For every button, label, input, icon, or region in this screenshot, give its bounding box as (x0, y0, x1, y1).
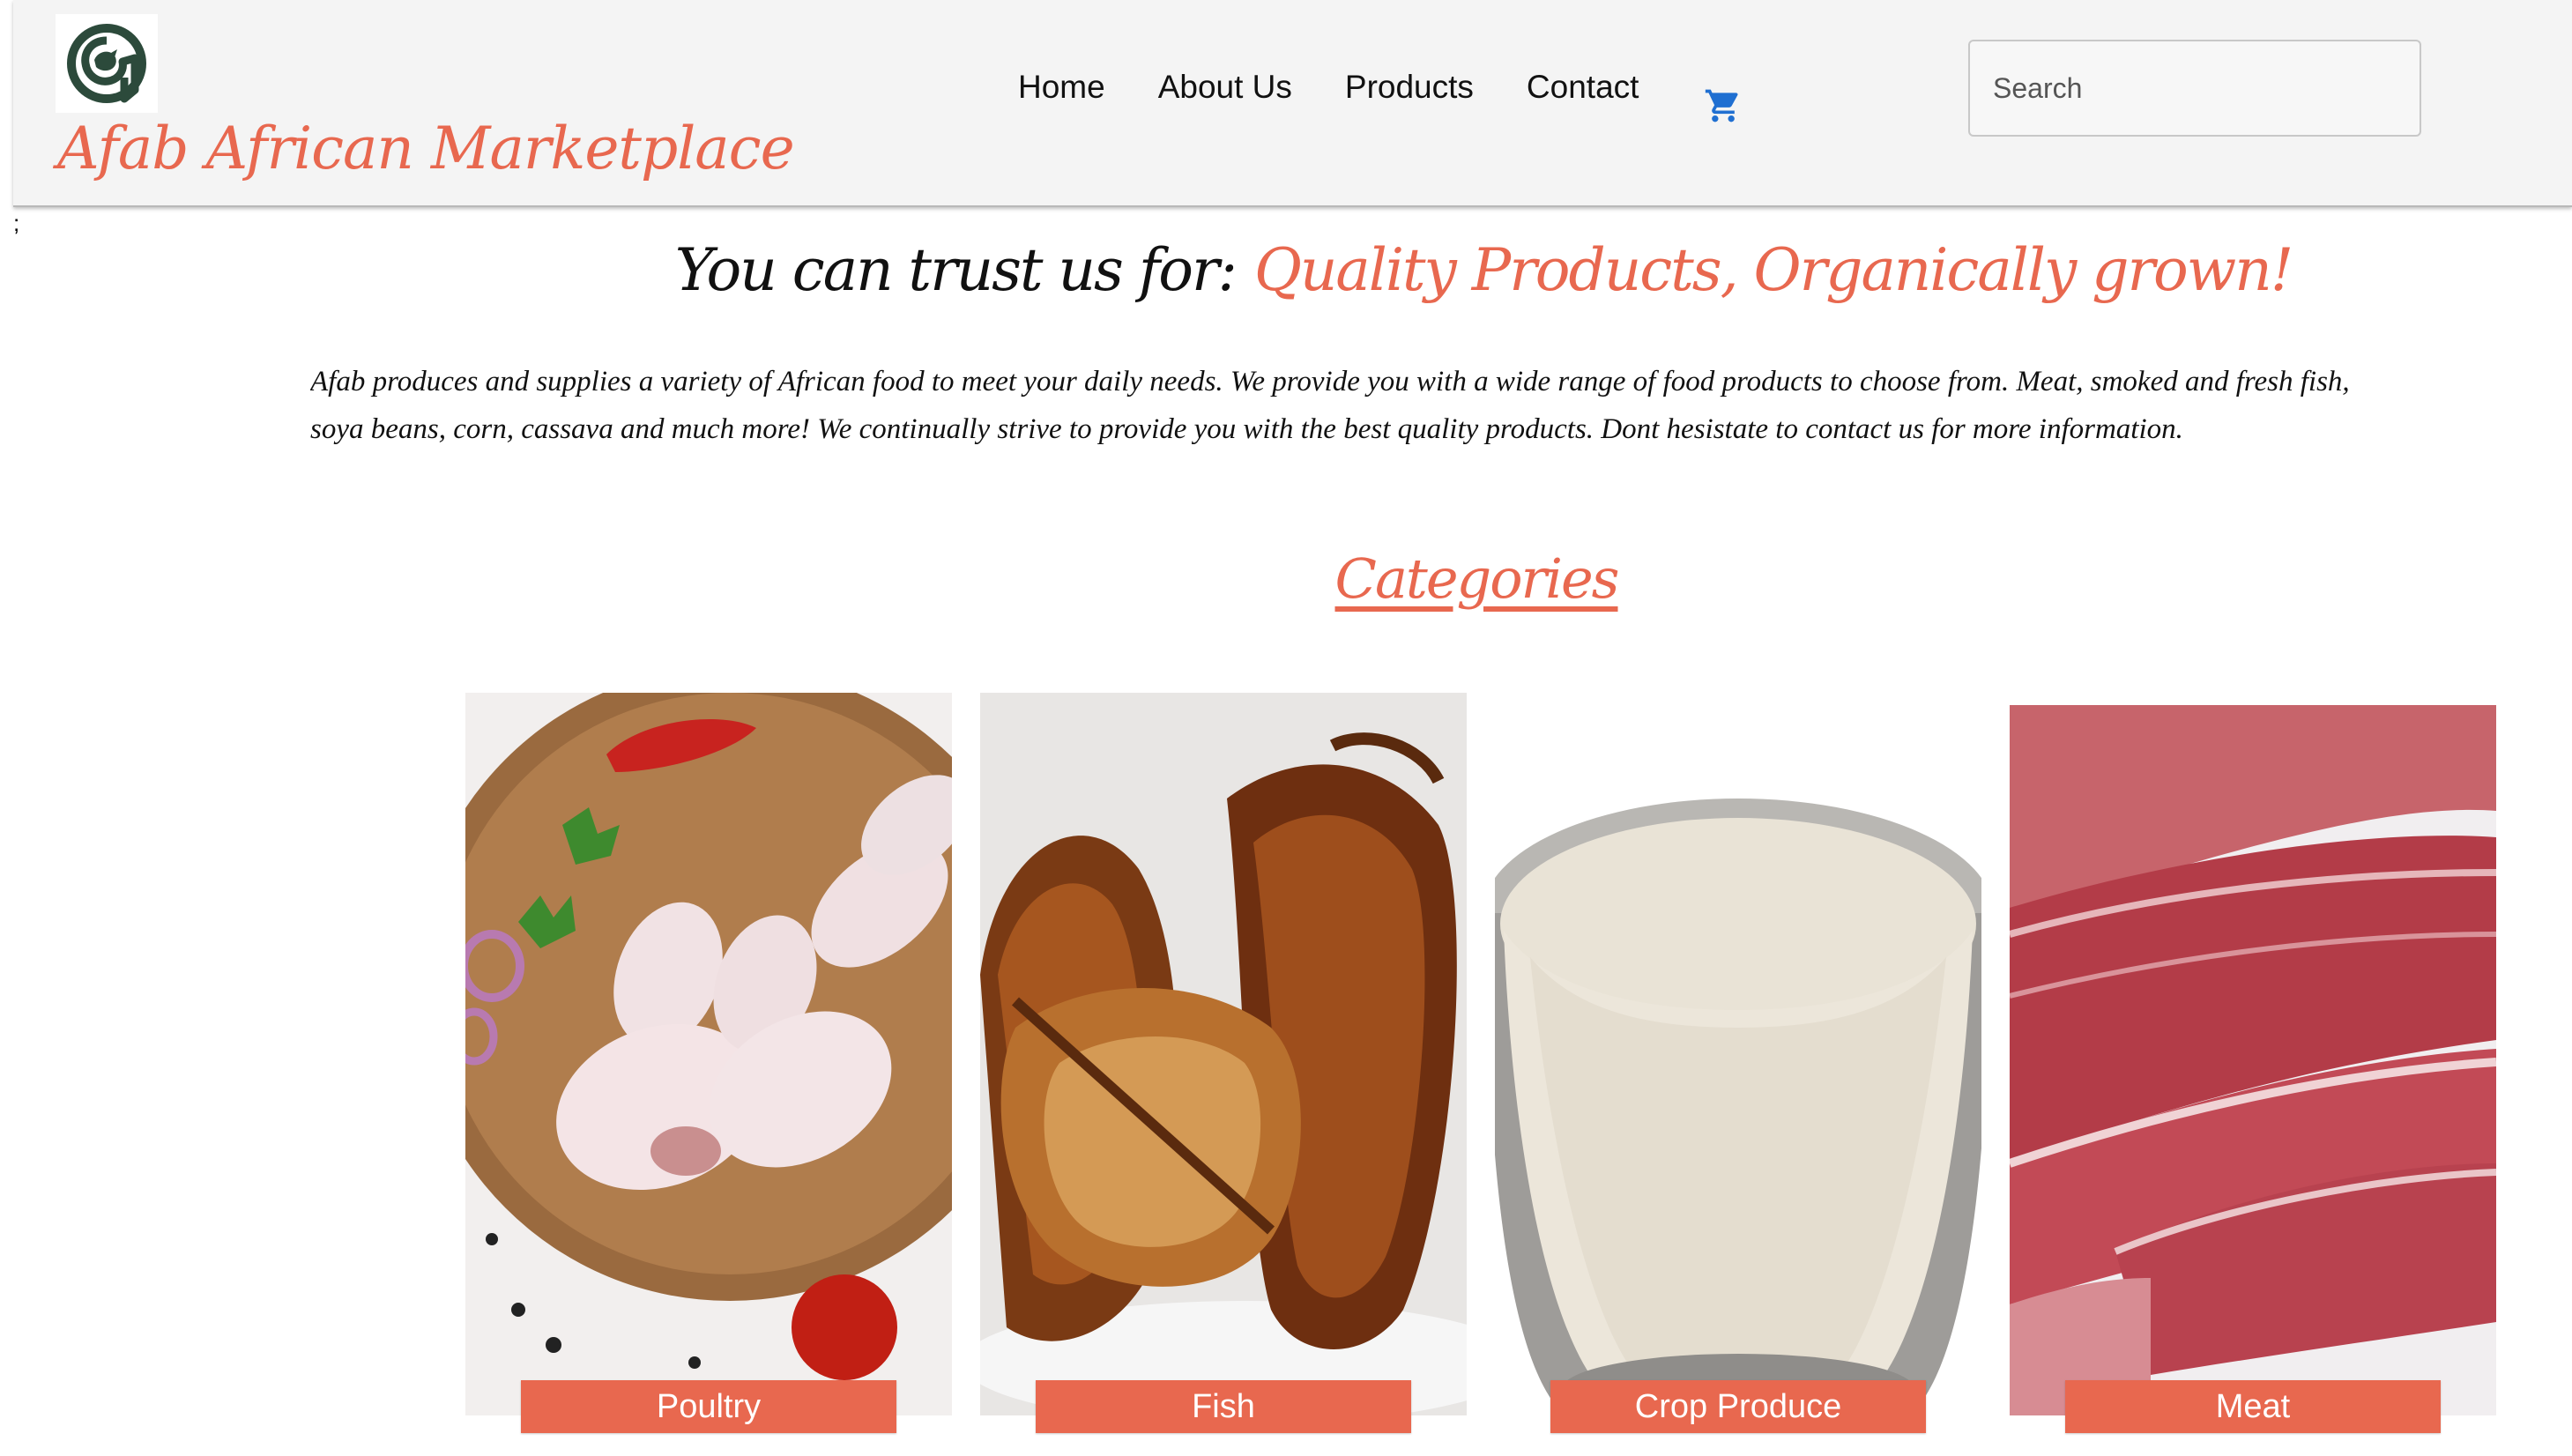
nav-contact[interactable]: Contact (1527, 69, 1639, 106)
stray-text: ; (13, 210, 20, 236)
nav-products[interactable]: Products (1345, 69, 1474, 106)
smoked-fish-photo (980, 693, 1467, 1415)
categories-heading[interactable]: Categories (0, 546, 2572, 611)
tagline: You can trust us for: Quality Products, … (0, 236, 2572, 304)
category-label-meat[interactable]: Meat (2065, 1380, 2441, 1433)
garri-flour-bowl-photo (1495, 693, 1981, 1415)
nav-home[interactable]: Home (1018, 69, 1105, 106)
shopping-cart-icon[interactable] (1703, 86, 1743, 125)
tagline-accent: Quality Products, Organically grown! (1253, 236, 2293, 304)
intro-line: soya beans, corn, cassava and much more!… (310, 413, 2183, 445)
category-card-fish[interactable] (980, 693, 1467, 1415)
search-input[interactable] (1968, 40, 2421, 137)
raw-chicken-drumsticks-photo (465, 693, 952, 1415)
tagline-lead: You can trust us for: (674, 236, 1238, 304)
afab-logo-icon[interactable] (56, 14, 158, 113)
category-card-meat[interactable] (2010, 705, 2496, 1415)
intro-line: Afab produces and supplies a variety of … (310, 366, 2350, 397)
category-label-poultry[interactable]: Poultry (521, 1380, 896, 1433)
site-header: Afab African Marketplace Home About Us P… (13, 0, 2572, 207)
category-card-crop-produce[interactable] (1495, 693, 1981, 1415)
raw-beef-slices-photo (2010, 705, 2496, 1415)
category-card-poultry[interactable] (465, 693, 952, 1415)
nav-about-us[interactable]: About Us (1158, 69, 1292, 106)
brand-name[interactable]: Afab African Marketplace (57, 115, 795, 182)
category-label-crop-produce[interactable]: Crop Produce (1550, 1380, 1926, 1433)
main-nav: Home About Us Products Contact (1018, 69, 1639, 106)
intro-text: Afab produces and supplies a variety of … (310, 358, 2572, 453)
category-label-fish[interactable]: Fish (1036, 1380, 1411, 1433)
